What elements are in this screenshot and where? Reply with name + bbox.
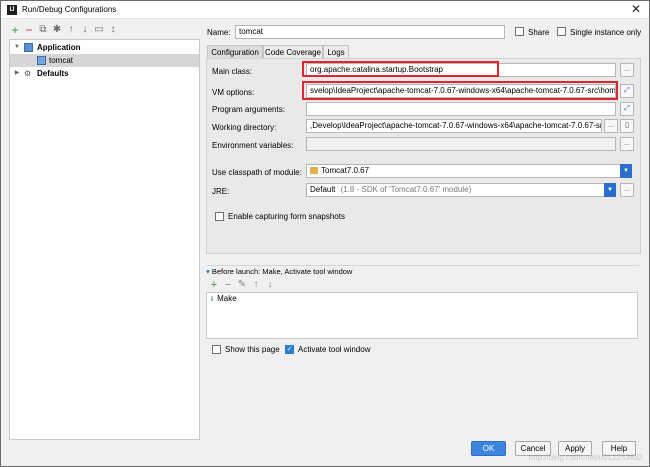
enable-snapshots-label: Enable capturing form snapshots <box>228 212 345 221</box>
classpath-module-label: Use classpath of module: <box>212 168 302 177</box>
tree-item-defaults[interactable]: ▶ ⚙ Defaults <box>10 67 199 80</box>
share-checkbox[interactable] <box>515 27 524 36</box>
close-icon[interactable]: ✕ <box>631 2 641 16</box>
sort-icon[interactable]: ↕ <box>107 24 119 36</box>
chevron-down-icon[interactable]: ▼ <box>604 183 616 197</box>
collapsed-arrow-icon[interactable]: ▶ <box>13 67 21 80</box>
environment-variables-input[interactable] <box>306 137 616 151</box>
before-launch-title-text: Before launch: Make, Activate tool windo… <box>211 267 353 276</box>
tree-item-label: Application <box>37 43 81 52</box>
highlight-box <box>302 61 499 77</box>
tree-item-application[interactable]: ▼ Application <box>10 41 199 54</box>
move-down-icon[interactable]: ↓ <box>79 24 91 36</box>
browse-jre-button[interactable]: ... <box>620 183 634 197</box>
collapse-arrow-icon[interactable]: ▾ <box>206 267 210 276</box>
jre-label: JRE: <box>212 187 230 196</box>
intellij-app-icon: IJ <box>7 5 17 15</box>
before-launch-list: ⇓ Make <box>206 292 638 339</box>
before-launch-title[interactable]: ▾ Before launch: Make, Activate tool win… <box>206 267 352 276</box>
tree-item-tomcat[interactable]: tomcat <box>10 54 199 67</box>
tab-logs[interactable]: Logs <box>323 45 349 59</box>
title-bar: IJ Run/Debug Configurations ✕ <box>1 1 649 19</box>
main-class-label: Main class: <box>212 67 253 76</box>
remove-icon[interactable]: − <box>23 24 35 36</box>
show-this-page-checkbox[interactable] <box>212 345 221 354</box>
working-directory-label: Working directory: <box>212 123 277 132</box>
classpath-module-select[interactable]: Tomcat7.0.67 ▼ <box>306 164 632 178</box>
remove-task-icon[interactable]: − <box>222 279 234 291</box>
single-instance-checkbox[interactable] <box>557 27 566 36</box>
run-debug-configurations-window: IJ Run/Debug Configurations ✕ + − ⧉ ✱ ↑ … <box>0 0 650 467</box>
vm-options-label: VM options: <box>212 88 255 97</box>
jre-select[interactable]: Default (1.8 - SDK of 'Tomcat7.0.67' mod… <box>306 183 616 197</box>
show-this-page-label: Show this page <box>225 345 280 354</box>
edit-environment-variables-button[interactable]: ... <box>620 137 634 151</box>
name-input[interactable]: tomcat <box>235 25 505 39</box>
folder-icon[interactable]: ▭ <box>93 24 105 36</box>
list-item[interactable]: ⇓ Make <box>209 294 237 303</box>
highlight-box <box>302 81 618 100</box>
ok-button[interactable]: OK <box>471 441 506 456</box>
tree-item-label: tomcat <box>49 56 74 65</box>
classpath-module-value: Tomcat7.0.67 <box>321 166 370 175</box>
expand-icon[interactable]: ⤢ <box>620 84 634 98</box>
copy-icon[interactable]: ⧉ <box>37 24 49 36</box>
file-icon[interactable]: ▯ <box>620 119 634 133</box>
add-icon[interactable]: + <box>9 24 21 36</box>
window-title: Run/Debug Configurations <box>22 5 117 14</box>
move-task-down-icon[interactable]: ↓ <box>264 279 276 291</box>
tab-code-coverage[interactable]: Code Coverage <box>263 45 323 59</box>
expanded-arrow-icon[interactable]: ▼ <box>13 41 21 54</box>
jre-value: Default <box>310 185 336 194</box>
browse-main-class-button[interactable]: ... <box>620 63 634 77</box>
enable-snapshots-checkbox[interactable] <box>215 212 224 221</box>
settings-icon[interactable]: ✱ <box>51 24 63 36</box>
tab-configuration[interactable]: Configuration <box>207 45 263 59</box>
name-label: Name: <box>207 28 231 37</box>
browse-working-directory-button[interactable]: ... <box>604 119 618 133</box>
chevron-down-icon[interactable]: ▼ <box>620 164 632 178</box>
program-arguments-label: Program arguments: <box>212 105 285 114</box>
module-folder-icon <box>310 167 318 174</box>
configurations-tree: ▼ Application tomcat ▶ ⚙ Defaults <box>9 39 200 440</box>
make-icon: ⇓ <box>209 296 215 303</box>
edit-task-icon[interactable]: ✎ <box>236 279 248 291</box>
environment-variables-label: Environment variables: <box>212 141 294 150</box>
share-label: Share <box>528 28 550 37</box>
watermark: http://blog.csdn.net/u012233832 <box>528 453 643 462</box>
working-directory-input[interactable]: ,Develop\IdeaProject\apache-tomcat-7.0.6… <box>306 119 602 133</box>
program-arguments-input[interactable] <box>306 102 616 116</box>
activate-tool-window-label: Activate tool window <box>298 345 371 354</box>
tree-item-label: Defaults <box>37 69 69 78</box>
single-instance-label: Single instance only <box>570 28 642 37</box>
activate-tool-window-checkbox[interactable]: ✓ <box>285 345 294 354</box>
application-icon <box>24 43 33 52</box>
jre-detail: (1.8 - SDK of 'Tomcat7.0.67' module) <box>340 185 472 194</box>
add-task-icon[interactable]: + <box>208 279 220 291</box>
wrench-icon: ⚙ <box>24 69 32 78</box>
move-task-up-icon[interactable]: ↑ <box>250 279 262 291</box>
expand-icon[interactable]: ⤢ <box>620 102 634 116</box>
divider <box>207 265 639 266</box>
application-config-icon <box>37 56 46 65</box>
make-task-label: Make <box>217 294 237 303</box>
move-up-icon[interactable]: ↑ <box>65 24 77 36</box>
